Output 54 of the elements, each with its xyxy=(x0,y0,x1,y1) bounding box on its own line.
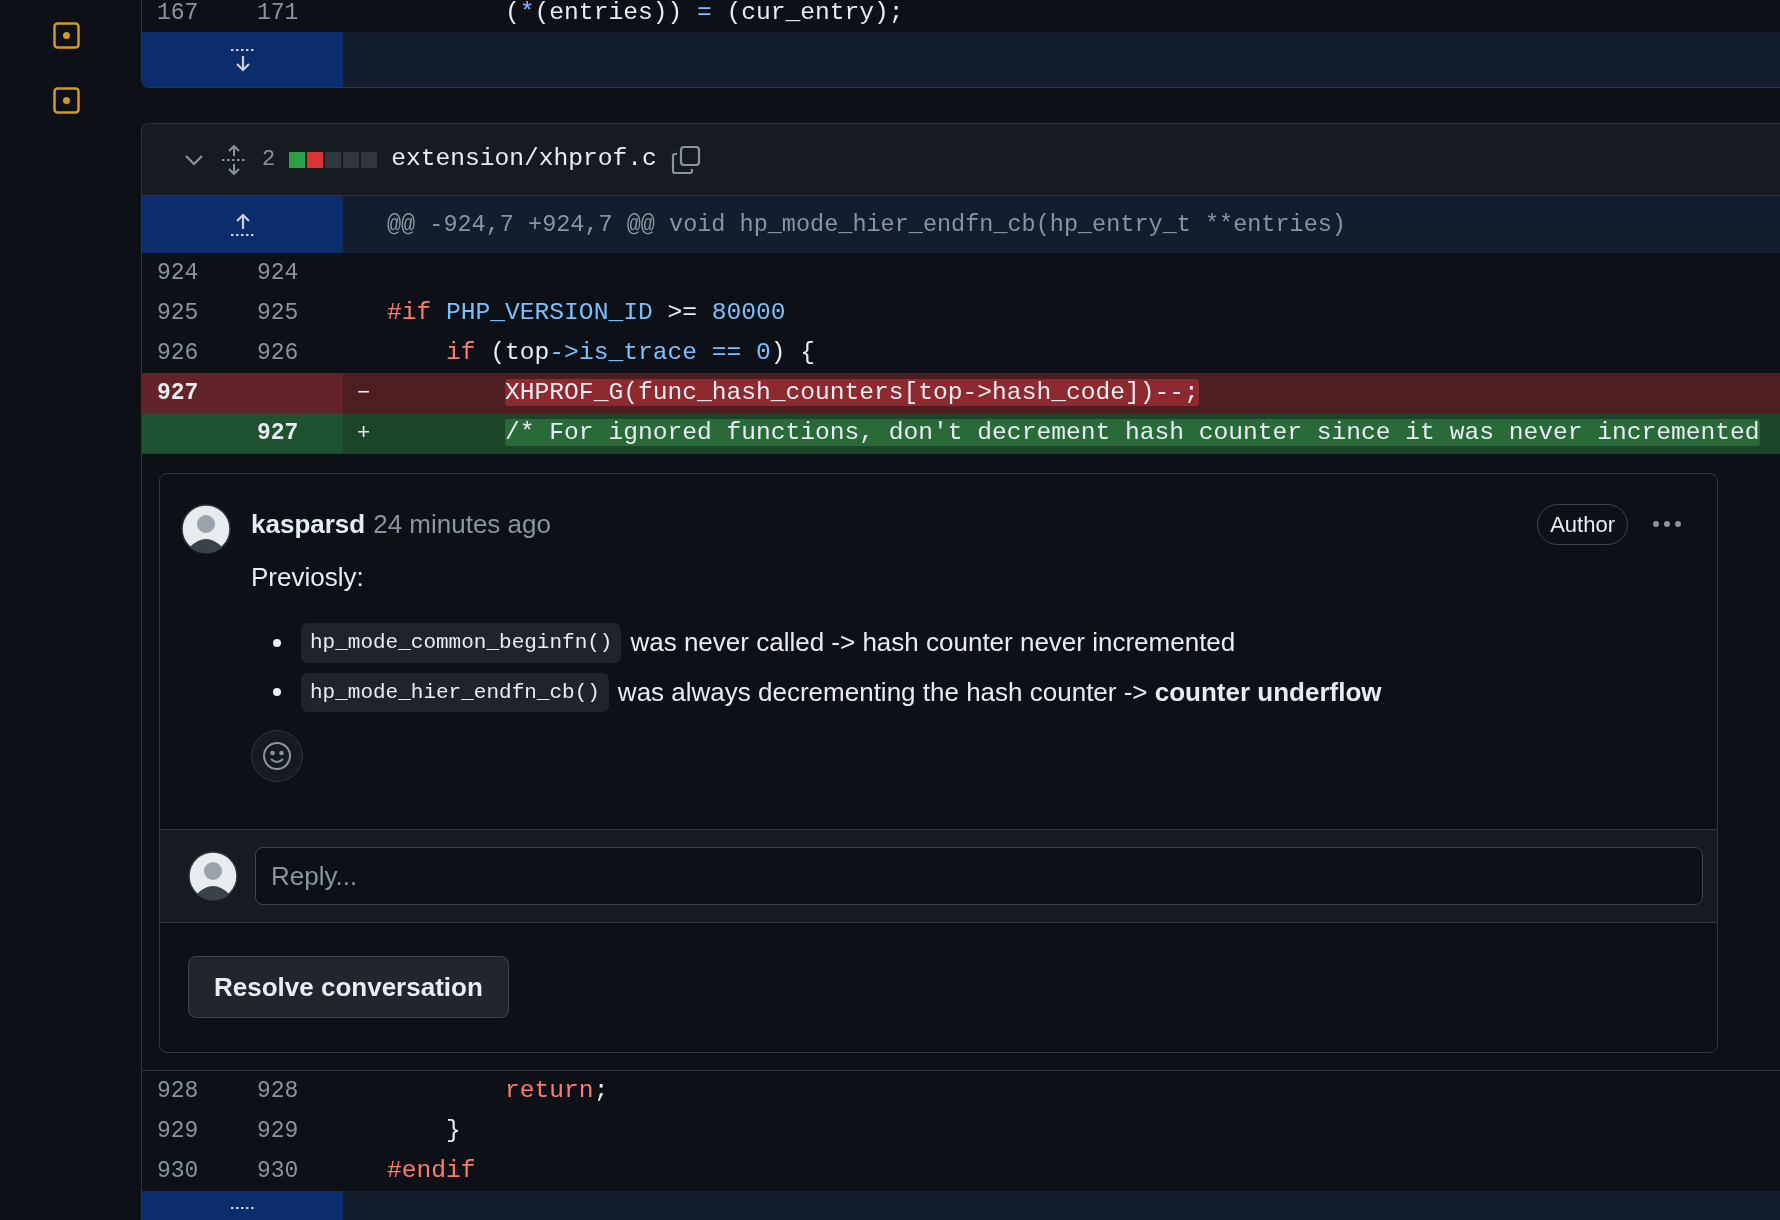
file-path[interactable]: extension/xhprof.c xyxy=(391,141,657,179)
line-number: 926 xyxy=(257,339,299,366)
line-number: 928 xyxy=(157,1077,199,1104)
comment-time[interactable]: 24 minutes ago xyxy=(373,504,551,544)
line-number: 926 xyxy=(157,339,199,366)
bullet-icon xyxy=(273,688,281,697)
smiley-icon xyxy=(262,741,292,772)
diff-marker: − xyxy=(357,380,371,406)
code-text: return; xyxy=(504,1075,609,1106)
expand-down-icon[interactable] xyxy=(228,47,257,73)
comment-text: was never called -> hash counter never incremented xyxy=(630,626,1236,660)
line-number: 929 xyxy=(257,1117,299,1144)
comment-text: Previosly: xyxy=(251,561,365,595)
code-text: #endif xyxy=(387,1155,476,1186)
comment-author[interactable]: kasparsd xyxy=(251,504,366,544)
more-options-icon[interactable] xyxy=(1652,520,1682,529)
line-number: 929 xyxy=(157,1117,199,1144)
code-text: if (top->is_trace == 0) { xyxy=(445,337,816,368)
copy-icon[interactable] xyxy=(670,144,701,175)
comment-text: was always decrementing the hash counter -> counter underflow xyxy=(617,675,1382,709)
line-number: 925 xyxy=(157,299,199,326)
code-text: (*(entries)) = (cur_entry); xyxy=(504,0,904,28)
line-number: 171 xyxy=(257,0,299,26)
code-text: XHPROF_G(func_hash_counters[top->hash_code])--; xyxy=(504,377,1199,408)
inline-code: hp_mode_hier_endfn_cb() xyxy=(301,672,609,713)
diff-marker: + xyxy=(357,420,371,446)
code-text: /* For ignored functions, don't decrement hash counter since it was never incremented xyxy=(504,417,1760,448)
code-text: } xyxy=(445,1115,461,1146)
dotted-line-icon[interactable] xyxy=(228,1205,257,1212)
code-text: #if PHP_VERSION_ID >= 80000 xyxy=(387,297,786,328)
diffstat-square xyxy=(325,151,342,168)
line-number: 928 xyxy=(257,1077,299,1104)
line-number: 927 xyxy=(257,419,299,446)
line-number: 927 xyxy=(157,379,199,406)
hunk-header: @@ -924,7 +924,7 @@ void hp_mode_hier_endfn_cb(hp_entry_t **entries) xyxy=(386,210,1346,240)
inline-code: hp_mode_common_beginfn() xyxy=(301,623,622,663)
change-count: 2 xyxy=(262,146,276,175)
resolve-conversation-button[interactable]: Resolve conversation xyxy=(188,956,509,1019)
avatar[interactable] xyxy=(181,504,231,555)
line-number: 924 xyxy=(157,259,199,286)
line-number: 924 xyxy=(257,259,299,286)
diffstat-square xyxy=(289,151,306,168)
expand-up-icon[interactable] xyxy=(228,211,257,238)
line-number: 930 xyxy=(157,1157,199,1184)
line-number: 930 xyxy=(257,1157,299,1184)
expand-all-icon[interactable] xyxy=(220,144,248,175)
avatar[interactable] xyxy=(188,851,238,902)
diffstat-square xyxy=(343,151,360,168)
line-number: 925 xyxy=(257,299,299,326)
bullet-icon xyxy=(273,638,281,647)
line-number: 167 xyxy=(157,0,199,26)
reply-field[interactable]: Reply... xyxy=(255,847,1703,906)
diffstat-square xyxy=(307,151,324,168)
diffstat-square xyxy=(361,151,378,168)
